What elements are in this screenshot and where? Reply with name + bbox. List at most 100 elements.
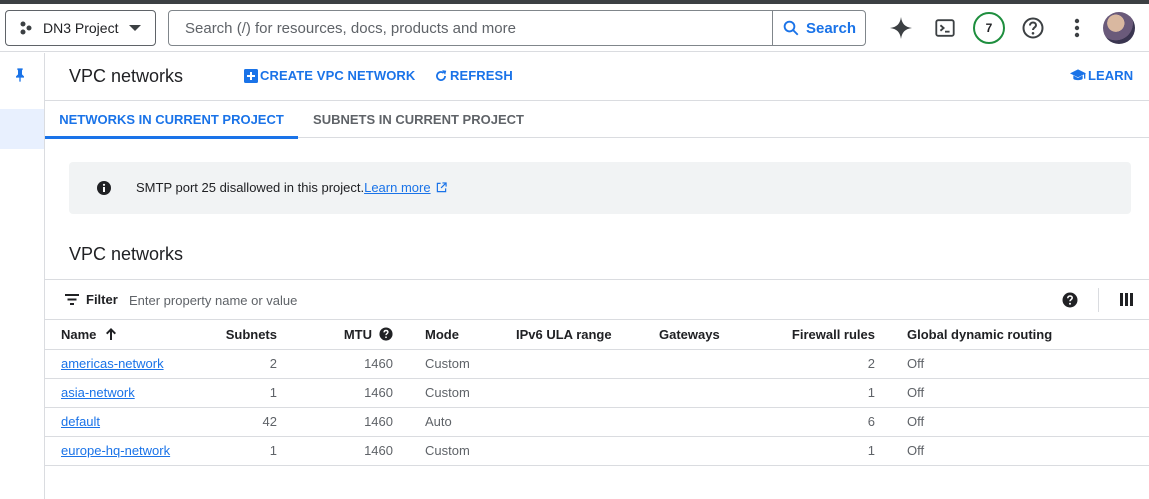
learn-more-link[interactable]: Learn more bbox=[364, 180, 430, 195]
col-ipv6-ula-range[interactable]: IPv6 ULA range bbox=[516, 320, 659, 350]
tab-subnets-in-current-project[interactable]: SUBNETS IN CURRENT PROJECT bbox=[298, 101, 539, 138]
search-button[interactable]: Search bbox=[772, 11, 865, 45]
filter-help-icon[interactable] bbox=[1062, 292, 1078, 308]
left-rail bbox=[0, 53, 45, 499]
cell-ipv6 bbox=[516, 436, 659, 466]
cell-name: asia-network bbox=[45, 378, 185, 408]
more-vert-icon[interactable] bbox=[1063, 14, 1091, 42]
refresh-icon bbox=[436, 69, 447, 81]
cell-global-dynamic-routing: Off bbox=[875, 407, 1149, 437]
filter-label: Filter bbox=[86, 292, 118, 307]
column-display-icon[interactable] bbox=[1120, 293, 1133, 306]
banner-message: SMTP port 25 disallowed in this project. bbox=[136, 180, 365, 195]
cell-gateways bbox=[659, 407, 759, 437]
network-link[interactable]: europe-hq-network bbox=[61, 443, 170, 458]
tab-bar: NETWORKS IN CURRENT PROJECT SUBNETS IN C… bbox=[45, 101, 1149, 139]
learn-more-label: Learn more bbox=[364, 180, 431, 195]
col-subnets[interactable]: Subnets bbox=[185, 320, 277, 350]
col-mode[interactable]: Mode bbox=[393, 320, 516, 350]
col-mtu[interactable]: MTU bbox=[277, 320, 393, 350]
table-row: default 42 1460 Auto 6 Off bbox=[45, 407, 1149, 437]
page-title: VPC networks bbox=[69, 66, 184, 86]
project-picker-button[interactable]: DN3 Project bbox=[5, 10, 156, 46]
school-icon bbox=[1070, 68, 1086, 80]
col-firewall-rules[interactable]: Firewall rules bbox=[759, 320, 875, 350]
learn-button[interactable]: LEARN bbox=[1070, 68, 1133, 83]
filter-bar: Filter bbox=[45, 279, 1149, 320]
table-row: asia-network 1 1460 Custom 1 Off bbox=[45, 378, 1149, 408]
cell-global-dynamic-routing: Off bbox=[875, 378, 1149, 408]
cell-subnets: 2 bbox=[185, 349, 277, 379]
learn-label: LEARN bbox=[1088, 68, 1134, 83]
left-rail-selected-item[interactable] bbox=[0, 109, 44, 149]
cell-global-dynamic-routing: Off bbox=[875, 436, 1149, 466]
cell-mode: Custom bbox=[393, 349, 516, 379]
col-name-label: Name bbox=[61, 326, 97, 342]
search-button-label: Search bbox=[805, 19, 857, 37]
cloud-shell-icon[interactable] bbox=[931, 14, 959, 42]
cell-firewall-rules: 1 bbox=[759, 378, 875, 408]
notifications-badge[interactable]: 7 bbox=[973, 12, 1005, 44]
gemini-sparkle-icon[interactable] bbox=[887, 14, 915, 42]
cell-name: default bbox=[45, 407, 185, 437]
cell-ipv6 bbox=[516, 407, 659, 437]
cell-name: europe-hq-network bbox=[45, 436, 185, 466]
open-in-new-icon[interactable] bbox=[436, 182, 447, 193]
col-global-dynamic-routing[interactable]: Global dynamic routing bbox=[875, 320, 1149, 350]
col-gateways[interactable]: Gateways bbox=[659, 320, 759, 350]
refresh-button[interactable]: REFRESH bbox=[434, 68, 513, 83]
cell-name: americas-network bbox=[45, 349, 185, 379]
create-vpc-network-label: CREATE VPC NETWORK bbox=[260, 68, 416, 83]
cell-firewall-rules: 2 bbox=[759, 349, 875, 379]
cell-gateways bbox=[659, 378, 759, 408]
banner-message-line: SMTP port 25 disallowed in this project.… bbox=[136, 180, 447, 195]
cell-mtu: 1460 bbox=[277, 407, 393, 437]
mtu-help-icon[interactable] bbox=[379, 327, 393, 341]
cell-ipv6 bbox=[516, 349, 659, 379]
network-link[interactable]: americas-network bbox=[61, 356, 164, 371]
info-icon bbox=[97, 181, 111, 195]
avatar[interactable] bbox=[1103, 12, 1135, 44]
cell-mtu: 1460 bbox=[277, 436, 393, 466]
filter-input[interactable] bbox=[129, 290, 629, 310]
cell-mode: Auto bbox=[393, 407, 516, 437]
project-hierarchy-icon bbox=[20, 21, 32, 35]
create-vpc-network-button[interactable]: CREATE VPC NETWORK bbox=[244, 68, 415, 83]
table-header-row: Name Subnets MTU Mode IPv6 ULA range Gat… bbox=[45, 320, 1149, 350]
cell-ipv6 bbox=[516, 378, 659, 408]
filter-icon[interactable] bbox=[65, 294, 79, 305]
project-name: DN3 Project bbox=[43, 20, 119, 36]
col-name[interactable]: Name bbox=[45, 320, 185, 350]
network-link[interactable]: default bbox=[61, 414, 100, 429]
cell-gateways bbox=[659, 436, 759, 466]
search-input[interactable] bbox=[169, 11, 772, 45]
help-icon[interactable] bbox=[1019, 14, 1047, 42]
vpc-networks-table: Name Subnets MTU Mode IPv6 ULA range Gat… bbox=[45, 320, 1149, 466]
cell-firewall-rules: 6 bbox=[759, 407, 875, 437]
pin-icon[interactable] bbox=[12, 67, 28, 88]
add-box-icon bbox=[244, 68, 258, 83]
section-title: VPC networks bbox=[69, 244, 184, 264]
arrow-up-icon bbox=[106, 328, 117, 341]
cell-subnets: 42 bbox=[185, 407, 277, 437]
chevron-down-icon bbox=[129, 25, 141, 31]
network-link[interactable]: asia-network bbox=[61, 385, 135, 400]
cell-firewall-rules: 1 bbox=[759, 436, 875, 466]
table-row: americas-network 2 1460 Custom 2 Off bbox=[45, 349, 1149, 379]
top-header: DN3 Project Search 7 bbox=[0, 4, 1149, 52]
search-box: Search bbox=[168, 10, 866, 46]
page-toolbar: VPC networks CREATE VPC NETWORK REFRESH … bbox=[45, 53, 1149, 101]
cell-subnets: 1 bbox=[185, 436, 277, 466]
cell-mode: Custom bbox=[393, 378, 516, 408]
smtp-info-banner: SMTP port 25 disallowed in this project.… bbox=[69, 162, 1131, 214]
cell-mode: Custom bbox=[393, 436, 516, 466]
cell-mtu: 1460 bbox=[277, 378, 393, 408]
toolbar-divider bbox=[1098, 288, 1099, 312]
cell-subnets: 1 bbox=[185, 378, 277, 408]
cell-gateways bbox=[659, 349, 759, 379]
refresh-label: REFRESH bbox=[450, 68, 513, 83]
tab-networks-in-current-project[interactable]: NETWORKS IN CURRENT PROJECT bbox=[45, 101, 298, 139]
col-mtu-label: MTU bbox=[343, 326, 372, 342]
cell-mtu: 1460 bbox=[277, 349, 393, 379]
cell-global-dynamic-routing: Off bbox=[875, 349, 1149, 379]
